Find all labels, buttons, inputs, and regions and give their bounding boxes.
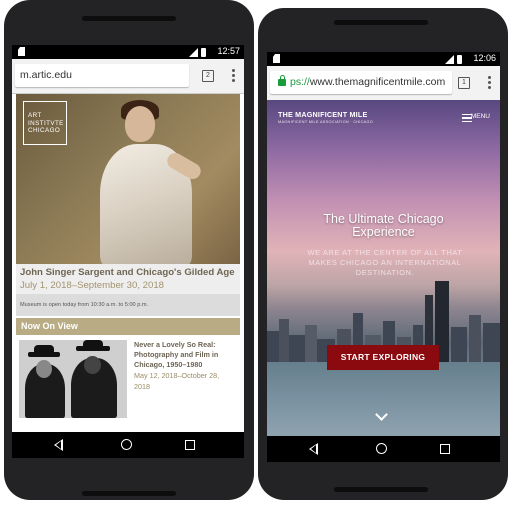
event-title: John Singer Sargent and Chicago's Gilded…: [20, 267, 235, 278]
listing-title: Photography and Film in: [134, 350, 219, 359]
home-icon[interactable]: [121, 439, 132, 450]
status-icons: [189, 47, 206, 57]
museum-logo[interactable]: ART INSTITVTE CHICAGO: [23, 101, 67, 145]
listing-dates: May 12, 2018–October 28,: [134, 371, 220, 380]
exhibition-listing[interactable]: Never a Lovely So Real: Photography and …: [134, 340, 238, 392]
subline-line: MAKES CHICAGO AN INTERNATIONAL: [308, 258, 462, 267]
hero-caption[interactable]: John Singer Sargent and Chicago's Gilded…: [16, 264, 240, 294]
android-nav-bar: [267, 436, 500, 462]
hero-headline: The Ultimate Chicago Experience: [267, 213, 500, 239]
logo-line: CHICAGO: [28, 127, 61, 134]
brand-tagline: MAGNIFICENT MILE ASSOCIATION · CHICAGO: [278, 120, 374, 124]
android-nav-bar: [12, 432, 244, 458]
subline-line: DESTINATION.: [355, 268, 415, 277]
signal-icon: [189, 48, 198, 57]
browser-toolbar: ps://www.themagnificentmile.com 1: [267, 66, 500, 101]
tab-switcher-button[interactable]: 1: [458, 77, 470, 89]
home-icon[interactable]: [376, 443, 387, 454]
overflow-menu-icon[interactable]: [488, 76, 491, 90]
back-icon[interactable]: [309, 443, 318, 455]
url-protocol: ps://: [290, 76, 310, 88]
phone-left: 12:57 m.artic.edu 2 ART INSTITVTE CHICAG…: [4, 0, 254, 500]
headline-line: Experience: [352, 225, 415, 239]
listing-dates: 2018: [134, 382, 150, 391]
hero-image[interactable]: ART INSTITVTE CHICAGO: [16, 94, 240, 264]
lock-icon: [278, 75, 286, 86]
listing-title: Chicago, 1950–1980: [134, 360, 203, 369]
back-icon[interactable]: [54, 439, 63, 451]
phone-speaker: [82, 491, 176, 496]
battery-icon: [457, 55, 462, 64]
phone-right: 12:06 ps://www.themagnificentmile.com 1: [258, 8, 508, 500]
painting-figure: [88, 100, 204, 264]
logo-line: INSTITVTE: [28, 119, 64, 127]
start-exploring-button[interactable]: START EXPLORING: [327, 345, 439, 370]
browser-toolbar: m.artic.edu 2: [12, 59, 244, 94]
status-bar: 12:57: [12, 45, 244, 59]
section-header: Now On View: [16, 318, 240, 335]
status-icons: [445, 54, 462, 64]
address-bar[interactable]: ps://www.themagnificentmile.com: [270, 71, 452, 94]
brand-logo[interactable]: THE MAGNIFICENT MILE: [278, 110, 367, 119]
phone-speaker: [334, 487, 428, 492]
lake-water: [267, 362, 500, 436]
signal-icon: [445, 55, 454, 64]
status-bar: 12:06: [267, 52, 500, 66]
recents-icon[interactable]: [440, 444, 450, 454]
hero-subline: WE ARE AT THE CENTER OF ALL THAT MAKES C…: [305, 248, 465, 278]
hours-notice: Museum is open today from 10:30 a.m. to …: [16, 294, 240, 316]
url-host: www.themagnificentmile.com: [309, 76, 446, 88]
exhibition-photo[interactable]: [19, 340, 127, 418]
address-bar[interactable]: m.artic.edu: [15, 64, 189, 87]
screen-artic: 12:57 m.artic.edu 2 ART INSTITVTE CHICAG…: [12, 45, 244, 458]
battery-icon: [201, 48, 206, 57]
sd-card-icon: [273, 54, 280, 63]
screen-magnificent-mile: 12:06 ps://www.themagnificentmile.com 1: [267, 52, 500, 462]
sd-card-icon: [18, 47, 25, 56]
event-dates: July 1, 2018–September 30, 2018: [20, 280, 165, 291]
hero-banner: THE MAGNIFICENT MILE MAGNIFICENT MILE AS…: [267, 100, 500, 436]
tab-switcher-button[interactable]: 2: [202, 70, 214, 82]
logo-line: ART: [28, 112, 42, 119]
phone-speaker: [334, 20, 428, 25]
recents-icon[interactable]: [185, 440, 195, 450]
status-time: 12:06: [473, 53, 496, 63]
overflow-menu-icon[interactable]: [232, 69, 235, 83]
phone-speaker: [82, 16, 176, 21]
subline-line: WE ARE AT THE CENTER OF ALL THAT: [307, 248, 463, 257]
listing-title: Never a Lovely So Real:: [134, 340, 216, 349]
menu-label[interactable]: MENU: [471, 113, 490, 120]
status-time: 12:57: [217, 46, 240, 56]
